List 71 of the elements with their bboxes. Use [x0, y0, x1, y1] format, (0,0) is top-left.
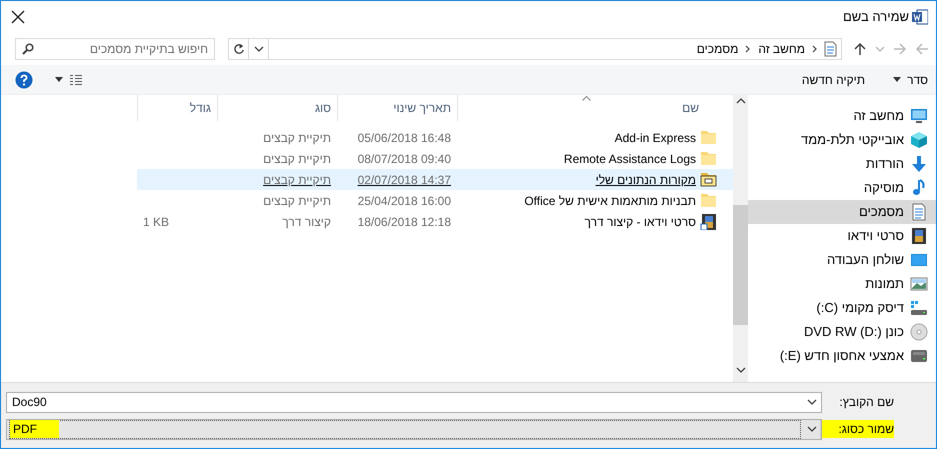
file-name-field[interactable]: Doc90	[6, 392, 822, 412]
sidebar-item[interactable]: תמונות	[748, 272, 936, 296]
folder-icon	[700, 150, 717, 167]
sidebar-item[interactable]: אובייקטי תלת-ממד	[748, 128, 936, 152]
desktop-icon	[910, 251, 928, 269]
file-type-dropdown[interactable]: PDF	[6, 418, 822, 440]
column-header[interactable]: שם	[457, 95, 733, 121]
sidebar-item[interactable]: מחשב זה	[748, 104, 936, 128]
sidebar-item[interactable]: מסמכים	[748, 200, 936, 224]
folder-icon	[700, 192, 717, 209]
scrollbar[interactable]	[733, 95, 748, 382]
sidebar-item[interactable]: מוסיקה	[748, 176, 936, 200]
breadcrumb[interactable]: מחשב זה	[756, 40, 807, 58]
search-field[interactable]: חיפוש בתיקיית מסמכים	[15, 38, 215, 60]
modified-date: 02/07/2018 14:37	[358, 172, 451, 188]
help-icon[interactable]	[15, 70, 33, 88]
sidebar-item[interactable]: כונן DVD RW (D:)	[748, 320, 936, 344]
sidebar-item[interactable]: סרטי וידאו	[748, 224, 936, 248]
caret-down-icon	[893, 77, 902, 82]
scrollbar-thumb[interactable]	[733, 205, 748, 325]
cube-icon	[910, 131, 928, 149]
caret-down-icon	[55, 77, 63, 82]
column-header[interactable]: תאריך שינוי	[337, 95, 457, 121]
sidebar-item[interactable]: אמצעי אחסון חדש (E:)	[748, 344, 936, 368]
new-folder-button[interactable]: תיקיה חדשה	[802, 70, 866, 88]
details-view-icon	[69, 74, 83, 86]
modified-date: 05/06/2018 16:48	[358, 130, 451, 146]
search-icon	[22, 43, 34, 55]
modified-date: 18/06/2018 12:18	[358, 214, 451, 230]
drive-icon	[910, 347, 928, 365]
file-name: תבניות מותאמות אישית של Office	[524, 192, 696, 210]
file-name: סרטי וידאו - קיצור דרך	[584, 214, 696, 230]
picture-icon	[910, 275, 928, 293]
sidebar-item[interactable]: שולחן העבודה	[748, 248, 936, 272]
down-arrow-icon	[910, 155, 928, 173]
file-name: מקורות הנתונים שלי	[596, 172, 696, 188]
refresh-icon	[232, 43, 244, 55]
sidebar-item[interactable]: דיסק מקומי (C:)	[748, 296, 936, 320]
up-arrow-icon[interactable]	[852, 41, 868, 57]
folder-icon	[700, 171, 717, 188]
word-icon	[912, 9, 928, 25]
file-size: 1 KB	[143, 214, 170, 230]
address-bar[interactable]: מחשב זה מסמכים	[228, 38, 842, 60]
window-title: שמירה בשם	[842, 8, 909, 26]
sidebar-item[interactable]: הורדות	[748, 152, 936, 176]
document-icon	[910, 203, 928, 221]
field-label: שם הקובץ:	[838, 394, 894, 411]
file-type: תיקיית קבצים	[263, 130, 331, 146]
file-type: תיקיית קבצים	[263, 192, 331, 210]
folder-icon	[700, 129, 717, 146]
file-name: Remote Assistance Logs	[564, 150, 696, 168]
column-header[interactable]: סוג	[217, 95, 337, 121]
document-icon	[823, 41, 837, 57]
file-type: תיקיית קבצים	[263, 150, 331, 168]
modified-date: 25/04/2018 16:00	[358, 192, 451, 210]
close-button[interactable]	[9, 8, 27, 26]
film-icon	[700, 213, 717, 230]
file-name: Add-in Express	[614, 130, 696, 146]
close-icon	[11, 10, 25, 24]
drive-icon	[910, 299, 928, 317]
monitor-icon	[910, 107, 928, 125]
file-type: קיצור דרך	[282, 214, 331, 230]
film-icon	[910, 227, 928, 245]
view-options-button[interactable]	[55, 74, 83, 86]
modified-date: 08/07/2018 09:40	[358, 150, 451, 168]
breadcrumb[interactable]: מסמכים	[694, 40, 740, 58]
column-header[interactable]: גודל	[137, 95, 217, 121]
organize-menu-button[interactable]: סדר	[893, 70, 928, 88]
file-type: תיקיית קבצים	[263, 172, 331, 188]
field-label: שמור כסוג:	[822, 420, 894, 438]
disc-icon	[910, 323, 928, 341]
